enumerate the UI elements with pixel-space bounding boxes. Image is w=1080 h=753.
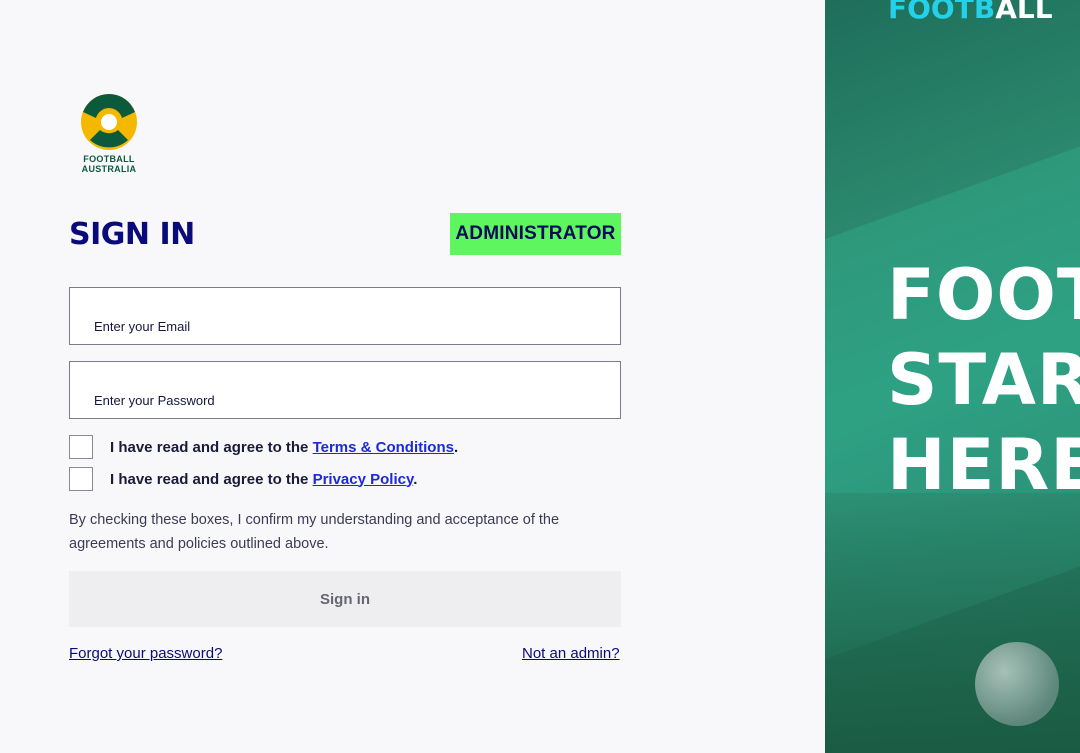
hero-brand-wordmark: FOOTBALL [888, 0, 1053, 25]
privacy-row: I have read and agree to the Privacy Pol… [69, 467, 417, 491]
privacy-link[interactable]: Privacy Policy [313, 471, 414, 488]
email-input[interactable] [94, 319, 610, 334]
login-panel: FOOTBALL AUSTRALIA SIGN IN ADMINISTRATOR… [0, 0, 825, 753]
password-input[interactable] [94, 393, 610, 408]
terms-suffix: . [453, 438, 459, 456]
email-field[interactable] [69, 287, 621, 345]
hero-line-1: FOOTBALL [887, 254, 1080, 336]
forgot-password-link[interactable]: Forgot your password? [69, 645, 222, 662]
notice-line-2: agreements and policies outlined above. [69, 536, 329, 552]
brand-foot: FOOTB [888, 0, 996, 25]
page-title: SIGN IN [69, 217, 195, 252]
privacy-suffix: . [413, 470, 418, 488]
terms-checkbox[interactable] [69, 435, 93, 459]
hero-panel: FOOTBALL FOOTBALL STARTS HERE [825, 0, 1080, 753]
privacy-label: I have read and agree to the Privacy Pol… [110, 471, 417, 488]
sign-in-button[interactable]: Sign in [69, 571, 621, 627]
hero-line-3: HERE [887, 424, 1080, 506]
soccer-ball-image [975, 642, 1059, 726]
consent-notice: By checking these boxes, I confirm my un… [69, 508, 629, 556]
terms-row: I have read and agree to the Terms & Con… [69, 435, 458, 459]
privacy-checkbox[interactable] [69, 467, 93, 491]
logo-line-1: FOOTBALL [83, 154, 135, 164]
logo-wordmark: FOOTBALL AUSTRALIA [78, 154, 140, 174]
logo-line-2: AUSTRALIA [81, 164, 137, 174]
brand-all: ALL [995, 0, 1053, 25]
not-admin-link[interactable]: Not an admin? [522, 645, 620, 662]
password-field[interactable] [69, 361, 621, 419]
hero-line-2: STARTS [887, 339, 1080, 421]
administrator-badge: ADMINISTRATOR [450, 213, 621, 255]
privacy-prefix: I have read and agree to the [110, 470, 313, 488]
notice-line-1: By checking these boxes, I confirm my un… [69, 512, 560, 528]
terms-prefix: I have read and agree to the [110, 438, 313, 456]
football-australia-logo: FOOTBALL AUSTRALIA [78, 92, 142, 176]
terms-label: I have read and agree to the Terms & Con… [110, 439, 458, 456]
terms-link[interactable]: Terms & Conditions [313, 439, 454, 456]
